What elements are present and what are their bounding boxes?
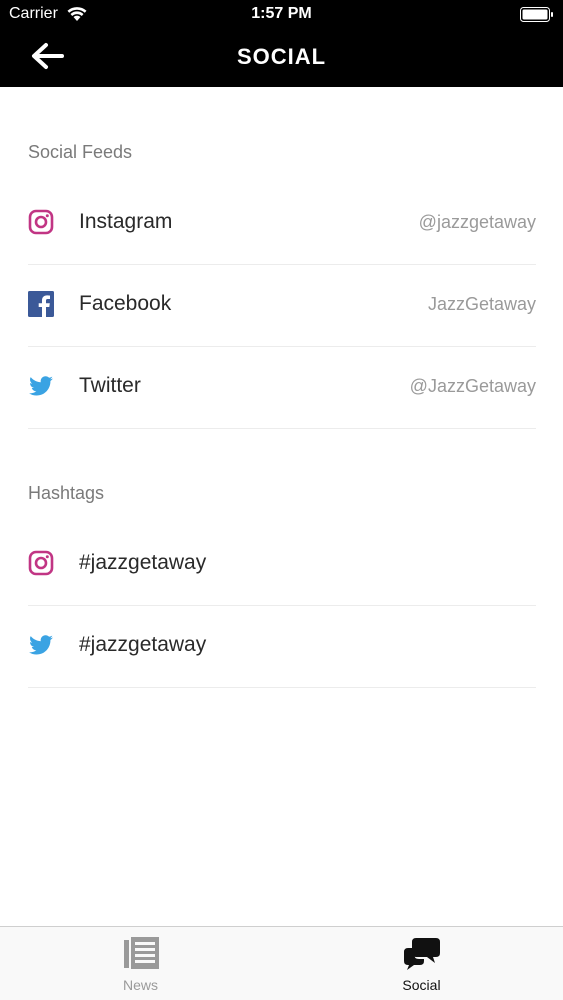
facebook-icon: [28, 291, 54, 317]
tab-label: News: [122, 977, 158, 993]
social-feed-label: Facebook: [79, 292, 172, 315]
instagram-icon: [28, 209, 54, 235]
tab-bar: News Social: [0, 926, 563, 1000]
battery-icon: [520, 7, 554, 22]
social-feed-handle: @jazzgetaway: [418, 212, 536, 232]
social-feed-label: Twitter: [79, 374, 141, 397]
social-feeds-header: Social Feeds: [28, 142, 133, 162]
top-bar: Carrier 1:57 PM SOCIAL: [0, 0, 563, 87]
status-bar: Carrier 1:57 PM: [0, 0, 563, 30]
social-feed-handle: JazzGetaway: [427, 294, 536, 314]
hashtag-label: #jazzgetaway: [79, 633, 207, 656]
page-title: SOCIAL: [236, 44, 327, 69]
tab-news[interactable]: News: [0, 927, 281, 1000]
news-icon: [121, 936, 161, 972]
social-feed-row-facebook[interactable]: Facebook JazzGetaway: [28, 265, 536, 347]
clock-time: 1:57 PM: [251, 5, 312, 22]
hashtag-row-twitter[interactable]: #jazzgetaway: [28, 606, 536, 688]
twitter-icon: [28, 632, 54, 658]
instagram-icon: [28, 550, 54, 576]
social-feed-row-twitter[interactable]: Twitter @JazzGetaway: [28, 347, 536, 429]
tab-social[interactable]: Social: [281, 927, 562, 1000]
tab-label: Social: [402, 977, 441, 993]
hashtags-header: Hashtags: [28, 483, 105, 503]
twitter-icon: [28, 373, 54, 399]
social-feed-label: Instagram: [79, 210, 173, 233]
hashtag-row-instagram[interactable]: #jazzgetaway: [28, 524, 536, 606]
social-feed-handle: @JazzGetaway: [409, 376, 536, 396]
chat-bubbles-icon: [402, 936, 442, 972]
hashtag-label: #jazzgetaway: [79, 551, 207, 574]
social-feed-row-instagram[interactable]: Instagram @jazzgetaway: [28, 183, 536, 265]
